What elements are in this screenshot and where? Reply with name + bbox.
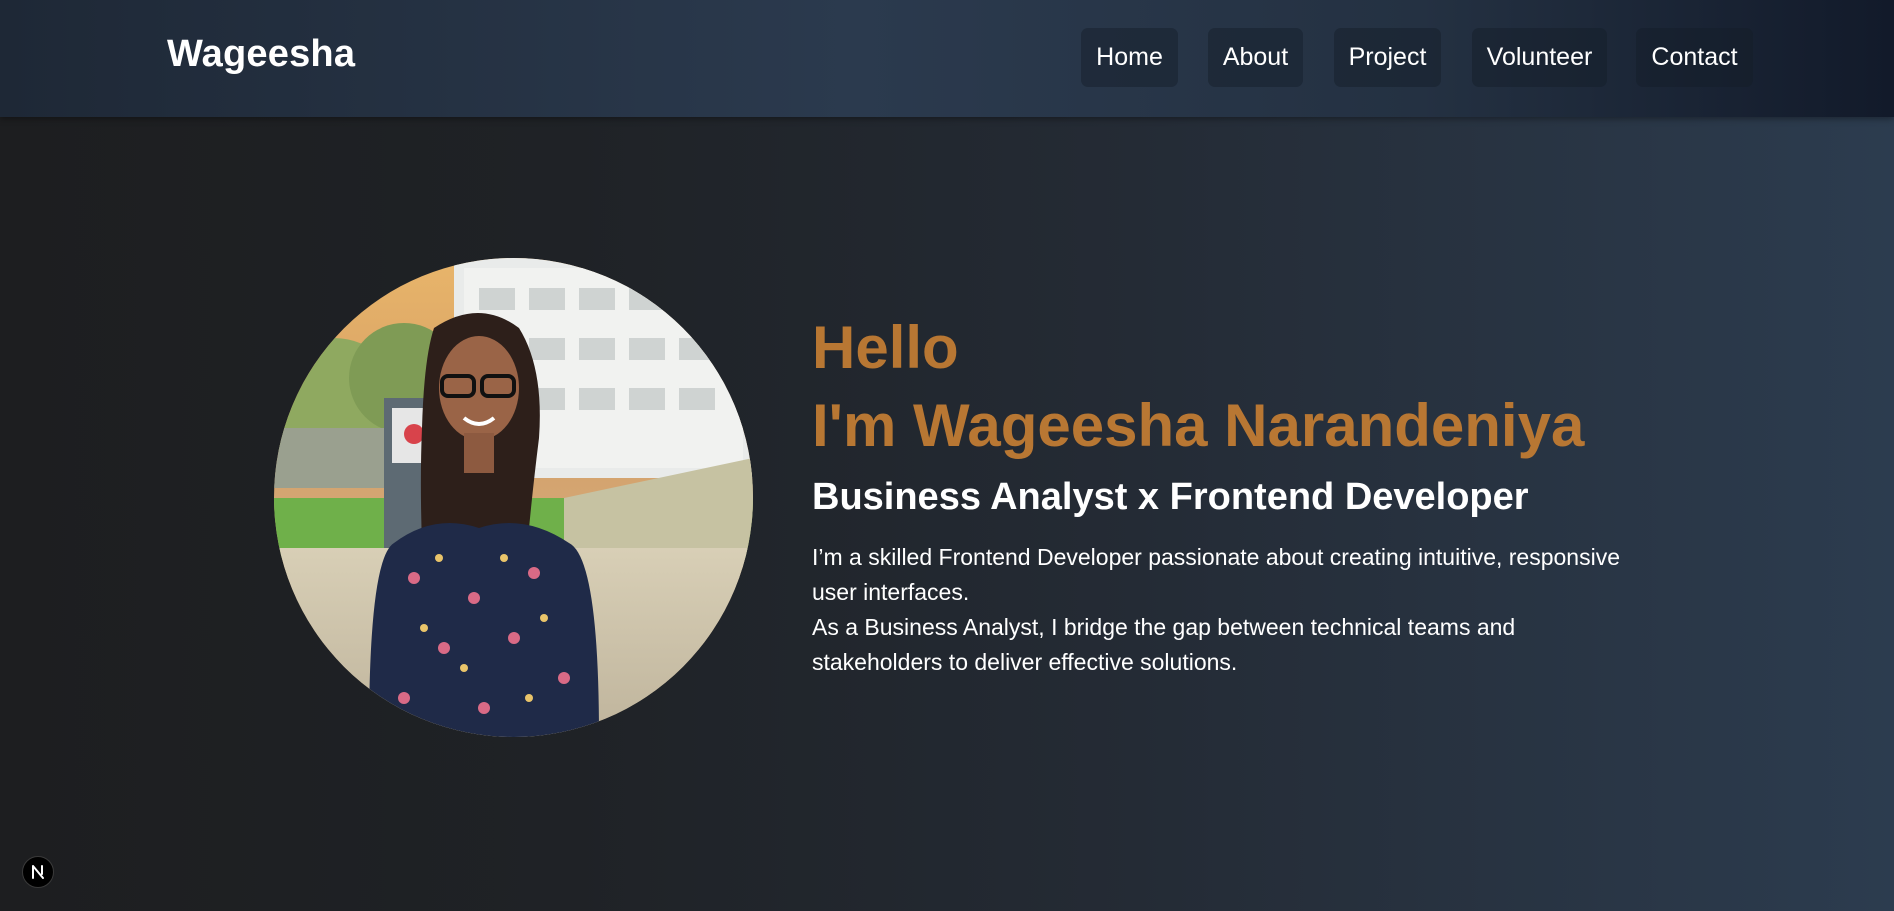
- profile-photo: [274, 258, 753, 737]
- bio-paragraph-analyst: As a Business Analyst, I bridge the gap …: [812, 614, 1516, 675]
- profile-photo-illustration: [274, 258, 753, 737]
- main-nav: Home About Project Volunteer Contact: [0, 28, 1894, 87]
- hero-greeting: Hello: [812, 314, 959, 381]
- bio-paragraph-frontend: I’m a skilled Frontend Developer passion…: [812, 544, 1620, 605]
- hero-role-subtitle: Business Analyst x Frontend Developer: [812, 476, 1529, 518]
- site-header: Wageesha Home About Project Volunteer Co…: [0, 0, 1894, 117]
- nextjs-dev-indicator-button[interactable]: [22, 856, 54, 888]
- nav-contact-link[interactable]: Contact: [1636, 28, 1753, 87]
- nav-home-link[interactable]: Home: [1081, 28, 1178, 87]
- nav-volunteer-link[interactable]: Volunteer: [1472, 28, 1607, 87]
- nav-about-link[interactable]: About: [1208, 28, 1303, 87]
- hero-name-heading: I'm Wageesha Narandeniya: [812, 392, 1585, 459]
- nav-project-link[interactable]: Project: [1334, 28, 1441, 87]
- hero-bio: I’m a skilled Frontend Developer passion…: [812, 540, 1632, 680]
- nextjs-logo-icon: [32, 865, 44, 879]
